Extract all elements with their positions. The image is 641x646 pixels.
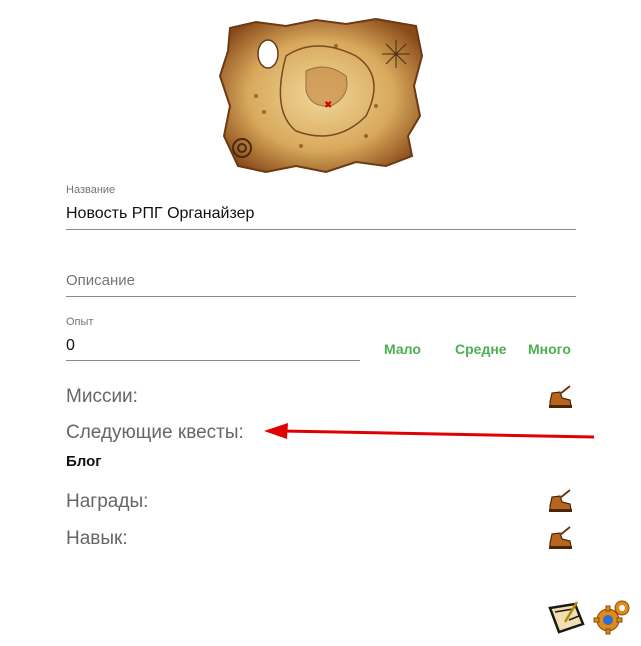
description-underline xyxy=(66,296,576,297)
red-arrow-annotation xyxy=(264,423,595,439)
xp-input[interactable]: 0 xyxy=(66,337,75,355)
svg-text:✖: ✖ xyxy=(324,100,332,111)
scroll-quill-icon[interactable] xyxy=(547,600,587,636)
rewards-heading: Награды: xyxy=(66,491,149,512)
title-input[interactable]: Новость РПГ Органайзер xyxy=(66,205,254,223)
title-label: Название xyxy=(66,184,116,196)
edit-boot-icon[interactable] xyxy=(546,488,574,514)
treasure-map-image: ✖ xyxy=(218,17,424,174)
xp-label: Опыт xyxy=(66,316,94,328)
xp-high-button[interactable]: Много xyxy=(528,341,571,357)
description-input[interactable]: Описание xyxy=(66,272,135,289)
edit-boot-icon[interactable] xyxy=(546,525,574,551)
skill-heading: Навык: xyxy=(66,528,128,549)
missions-heading: Миссии: xyxy=(66,386,138,407)
title-underline xyxy=(66,229,576,230)
edit-boot-icon[interactable] xyxy=(546,384,574,410)
xp-underline xyxy=(66,360,360,361)
next-quest-item[interactable]: Блог xyxy=(66,453,102,470)
gears-icon[interactable] xyxy=(592,598,632,638)
next-quests-heading: Следующие квесты: xyxy=(66,422,244,443)
xp-low-button[interactable]: Мало xyxy=(384,341,421,357)
xp-mid-button[interactable]: Средне xyxy=(455,341,507,357)
